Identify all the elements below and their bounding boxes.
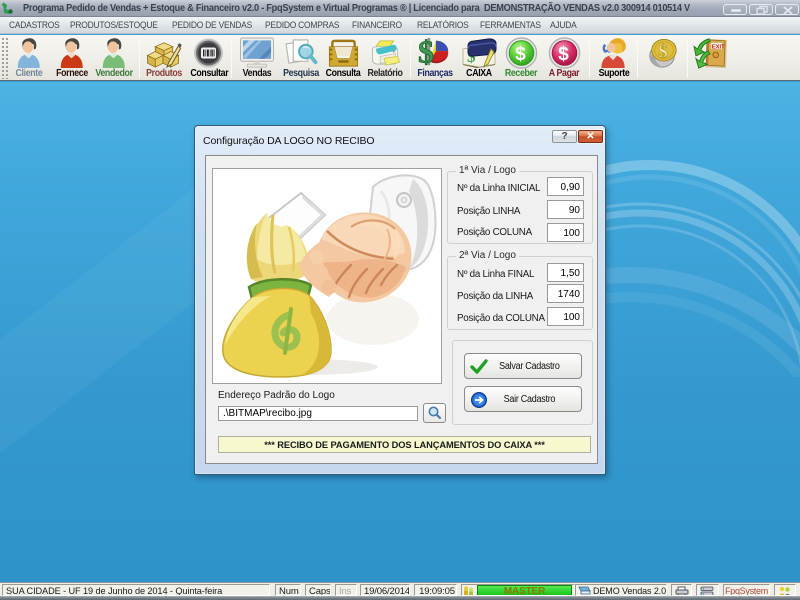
svg-text:$: $ <box>418 37 434 69</box>
svg-text:$: $ <box>658 42 667 63</box>
svg-text:EXIT: EXIT <box>712 44 725 50</box>
svg-text:$: $ <box>558 44 569 65</box>
svg-text:$: $ <box>515 44 526 65</box>
